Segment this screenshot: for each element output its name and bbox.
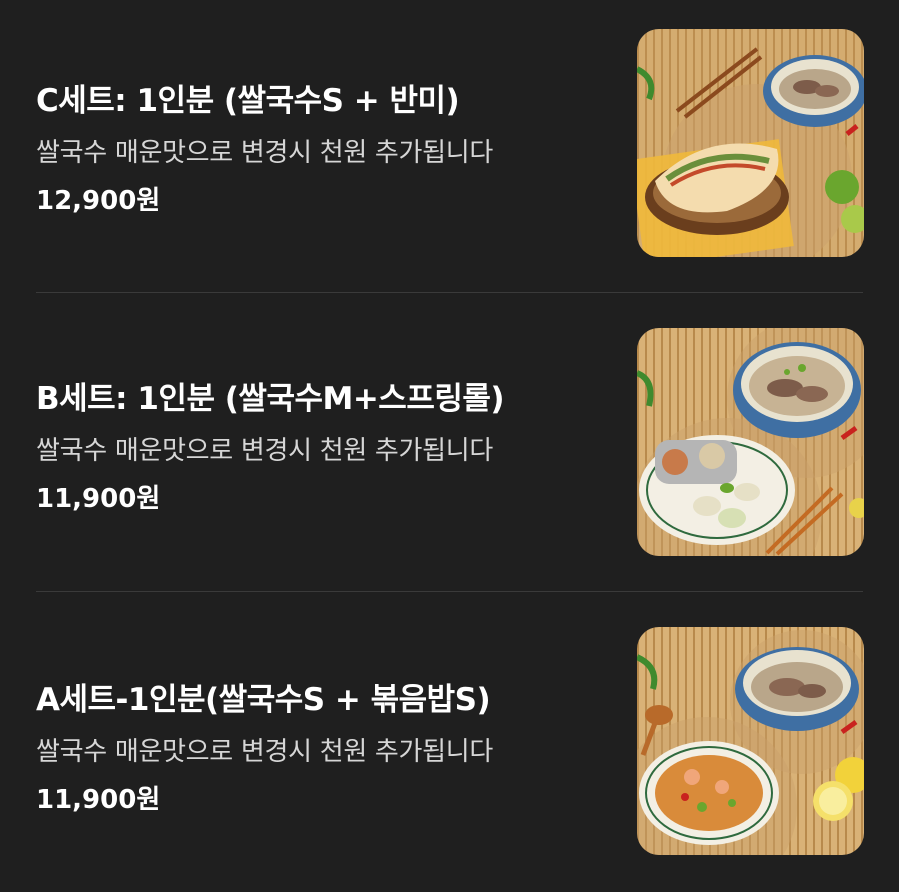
pho-and-banh-mi-photo[interactable]	[637, 29, 864, 257]
menu-divider	[36, 591, 863, 592]
menu-item-a-set[interactable]: A세트-1인분(쌀국수S + 볶음밥S) 쌀국수 매운맛으로 변경시 천원 추가…	[0, 592, 899, 891]
menu-item-description: 쌀국수 매운맛으로 변경시 천원 추가됩니다	[36, 138, 494, 168]
menu-item-title: B세트: 1인분 (쌀국수M+스프링롤)	[36, 381, 505, 417]
food-photo-illustration	[637, 627, 864, 855]
food-photo-illustration	[637, 29, 864, 257]
pho-and-fried-rice-photo[interactable]	[637, 627, 864, 855]
menu-item-text: A세트-1인분(쌀국수S + 볶음밥S) 쌀국수 매운맛으로 변경시 천원 추가…	[36, 592, 606, 891]
menu-item-title: C세트: 1인분 (쌀국수S + 반미)	[36, 83, 460, 119]
menu-divider	[36, 292, 863, 293]
menu-item-price: 12,900원	[36, 186, 161, 216]
menu-item-b-set[interactable]: B세트: 1인분 (쌀국수M+스프링롤) 쌀국수 매운맛으로 변경시 천원 추가…	[0, 293, 899, 592]
menu-item-price: 11,900원	[36, 484, 161, 514]
menu-item-text: C세트: 1인분 (쌀국수S + 반미) 쌀국수 매운맛으로 변경시 천원 추가…	[36, 0, 606, 299]
menu-item-title: A세트-1인분(쌀국수S + 볶음밥S)	[36, 682, 491, 718]
menu-item-description: 쌀국수 매운맛으로 변경시 천원 추가됩니다	[36, 436, 494, 466]
menu-item-description: 쌀국수 매운맛으로 변경시 천원 추가됩니다	[36, 737, 494, 767]
menu-item-text: B세트: 1인분 (쌀국수M+스프링롤) 쌀국수 매운맛으로 변경시 천원 추가…	[36, 293, 606, 592]
pho-and-spring-rolls-photo[interactable]	[637, 328, 864, 556]
menu-item-price: 11,900원	[36, 785, 161, 815]
food-photo-illustration	[637, 328, 864, 556]
menu-item-c-set[interactable]: C세트: 1인분 (쌀국수S + 반미) 쌀국수 매운맛으로 변경시 천원 추가…	[0, 0, 899, 299]
menu-list: C세트: 1인분 (쌀국수S + 반미) 쌀국수 매운맛으로 변경시 천원 추가…	[0, 0, 899, 892]
